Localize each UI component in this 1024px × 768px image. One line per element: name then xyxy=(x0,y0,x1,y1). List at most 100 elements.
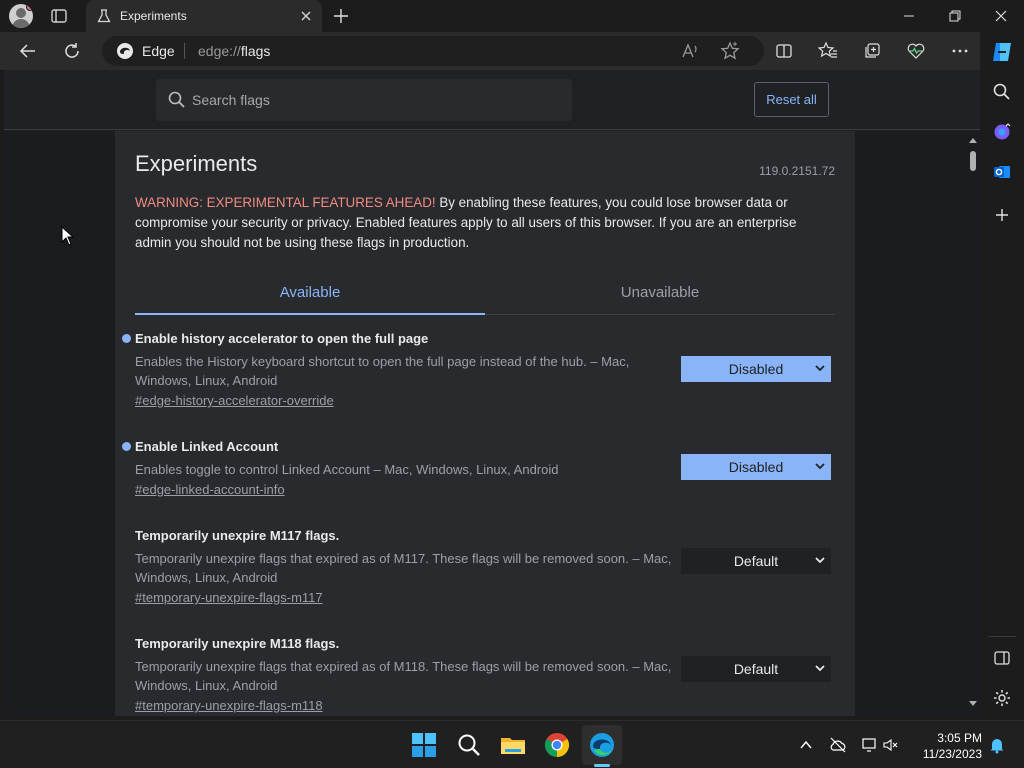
address-bar[interactable]: Edge edge://flags xyxy=(102,36,764,66)
flag-name: Temporarily unexpire M117 flags. xyxy=(135,528,340,543)
copilot-icon[interactable] xyxy=(990,40,1014,64)
clock-date: 11/23/2023 xyxy=(922,747,982,761)
restore-button[interactable] xyxy=(932,0,978,32)
browser-essentials-icon[interactable] xyxy=(906,41,926,61)
tab-unavailable[interactable]: Unavailable xyxy=(485,275,835,315)
warning-label: WARNING: EXPERIMENTAL FEATURES AHEAD! xyxy=(135,195,436,210)
edge-sidebar xyxy=(980,32,1024,720)
collections-icon[interactable] xyxy=(862,41,882,61)
flags-header: Reset all xyxy=(4,70,980,130)
url-text[interactable]: edge://flags xyxy=(198,43,270,59)
scrollbar-thumb[interactable] xyxy=(970,151,976,171)
flag-link[interactable]: #edge-history-accelerator-override xyxy=(135,393,334,408)
flag-description: Temporarily unexpire flags that expired … xyxy=(135,659,672,693)
flag-description: Temporarily unexpire flags that expired … xyxy=(135,551,672,585)
split-screen-icon[interactable] xyxy=(774,41,794,61)
flag-name: Temporarily unexpire M118 flags. xyxy=(135,636,340,651)
modified-indicator xyxy=(122,334,131,343)
windows-start-icon[interactable] xyxy=(410,731,438,759)
version-label: 119.0.2151.72 xyxy=(759,164,835,178)
flag-item: Enable Linked Account Enables toggle to … xyxy=(122,439,835,499)
system-clock[interactable]: 3:05 PM 11/23/2023 xyxy=(914,730,982,762)
network-icon[interactable] xyxy=(861,736,879,754)
taskbar: 3:05 PM 11/23/2023 xyxy=(0,720,1024,768)
search-icon xyxy=(168,91,185,108)
active-tab[interactable]: Experiments xyxy=(86,0,322,32)
chrome-icon[interactable] xyxy=(543,731,571,759)
flag-select[interactable]: Default xyxy=(681,656,831,682)
scroll-down-icon[interactable] xyxy=(966,699,980,709)
minimize-icon xyxy=(904,15,914,17)
flag-select[interactable]: Default xyxy=(681,548,831,574)
back-arrow-icon[interactable] xyxy=(18,41,38,61)
warning-message: WARNING: EXPERIMENTAL FEATURES AHEAD! By… xyxy=(135,195,797,250)
modified-indicator xyxy=(122,442,131,451)
cloud-offline-icon[interactable] xyxy=(829,736,847,754)
search-flags-box[interactable] xyxy=(156,79,572,121)
close-window-button[interactable] xyxy=(978,0,1024,32)
flags-tabs: Available Unavailable xyxy=(135,275,835,315)
tab-title: Experiments xyxy=(120,9,187,23)
flag-item: Enable history accelerator to open the f… xyxy=(122,331,835,410)
chevron-down-icon xyxy=(815,365,825,372)
show-hidden-icons-icon[interactable] xyxy=(797,736,815,754)
new-tab-icon[interactable] xyxy=(332,7,350,25)
taskbar-search-icon[interactable] xyxy=(455,731,483,759)
favorites-icon[interactable] xyxy=(818,41,838,61)
flag-select[interactable]: Disabled xyxy=(681,454,831,480)
read-aloud-icon[interactable] xyxy=(680,41,700,61)
restore-icon xyxy=(949,10,961,22)
flag-name: Enable history accelerator to open the f… xyxy=(135,331,429,346)
search-icon[interactable] xyxy=(992,82,1012,102)
outlook-icon[interactable] xyxy=(992,162,1012,182)
close-icon xyxy=(995,10,1007,22)
edge-taskbar-icon[interactable] xyxy=(588,731,616,759)
scrollbar[interactable] xyxy=(966,131,980,716)
page-title: Experiments xyxy=(135,151,258,176)
gear-icon[interactable] xyxy=(992,688,1012,708)
search-flags-input[interactable] xyxy=(192,89,552,111)
chevron-down-icon xyxy=(815,665,825,672)
page-content: Reset all Experiments 119.0.2151.72 WARN… xyxy=(4,70,980,716)
flag-description: Enables the History keyboard shortcut to… xyxy=(135,354,630,388)
flag-link[interactable]: #temporary-unexpire-flags-m117 xyxy=(135,590,323,605)
flag-select[interactable]: Disabled xyxy=(681,356,831,382)
flag-item: Temporarily unexpire M118 flags. Tempora… xyxy=(135,636,835,715)
flag-description: Enables toggle to control Linked Account… xyxy=(135,462,559,477)
tab-actions-icon[interactable] xyxy=(50,7,68,25)
tab-available[interactable]: Available xyxy=(135,275,485,315)
notification-dot xyxy=(26,4,33,11)
flask-icon xyxy=(97,9,111,23)
flag-name: Enable Linked Account xyxy=(135,439,279,454)
sidebar-divider xyxy=(988,636,1016,637)
flag-item: Temporarily unexpire M117 flags. Tempora… xyxy=(135,528,835,607)
profile-avatar[interactable] xyxy=(9,4,33,28)
refresh-icon[interactable] xyxy=(62,41,82,61)
favorite-star-icon[interactable] xyxy=(720,41,740,61)
divider xyxy=(184,43,185,59)
edge-logo-icon xyxy=(117,43,133,59)
volume-muted-icon[interactable] xyxy=(881,736,899,754)
file-explorer-icon[interactable] xyxy=(499,731,527,759)
add-icon[interactable] xyxy=(992,205,1012,225)
reset-all-button[interactable]: Reset all xyxy=(754,82,829,117)
flag-link[interactable]: #edge-linked-account-info xyxy=(135,482,285,497)
title-bar: Experiments xyxy=(0,0,1024,32)
more-options-icon[interactable] xyxy=(950,41,970,61)
screen: Experiments Edge edge://flags Search fla… xyxy=(0,0,1024,768)
mouse-cursor-icon xyxy=(61,226,75,246)
close-tab-icon[interactable] xyxy=(298,8,314,24)
experiments-panel: Experiments 119.0.2151.72 WARNING: EXPER… xyxy=(115,131,855,716)
flag-link[interactable]: #temporary-unexpire-flags-m118 xyxy=(135,698,323,713)
notifications-bell-icon[interactable] xyxy=(988,736,1006,754)
clock-time: 3:05 PM xyxy=(937,731,982,745)
hide-sidebar-icon[interactable] xyxy=(992,648,1012,668)
browser-toolbar: Edge edge://flags xyxy=(0,32,980,70)
chevron-down-icon xyxy=(815,557,825,564)
scroll-up-icon[interactable] xyxy=(966,135,980,145)
minimize-button[interactable] xyxy=(886,0,932,32)
bing-chat-icon[interactable] xyxy=(992,122,1012,142)
site-label: Edge xyxy=(142,43,175,59)
active-app-indicator xyxy=(594,764,610,767)
chevron-down-icon xyxy=(815,463,825,470)
